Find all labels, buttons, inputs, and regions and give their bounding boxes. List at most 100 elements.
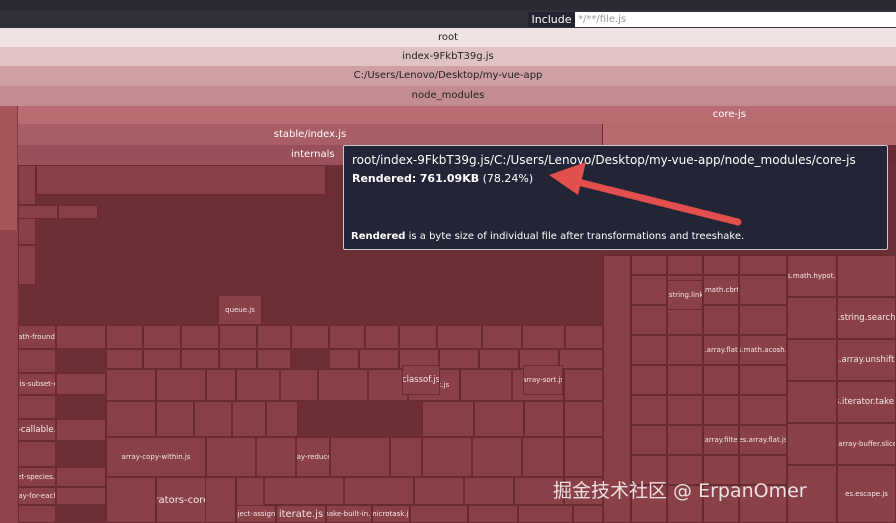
treemap-tile-es-math-hypot-js[interactable]: es.math.hypot.js: [787, 255, 837, 297]
treemap-tile[interactable]: [18, 505, 56, 523]
treemap-tile[interactable]: [143, 349, 181, 369]
treemap-tile[interactable]: [739, 365, 787, 395]
treemap-tile[interactable]: [266, 401, 298, 437]
treemap-tile-classof-js[interactable]: classof.js: [402, 365, 440, 395]
treemap-tile[interactable]: [460, 369, 512, 401]
treemap-tile[interactable]: [464, 477, 514, 505]
treemap-tile[interactable]: [631, 305, 667, 335]
treemap-tile[interactable]: [219, 325, 257, 349]
treemap-tile[interactable]: [787, 381, 837, 423]
treemap-tile[interactable]: [359, 349, 399, 369]
treemap-tile[interactable]: [667, 395, 703, 425]
treemap-tile[interactable]: [330, 437, 390, 477]
treemap-tile[interactable]: [564, 401, 603, 437]
treemap-tile[interactable]: [482, 325, 522, 349]
treemap-tile[interactable]: [18, 441, 56, 467]
treemap-tile[interactable]: [329, 325, 365, 349]
treemap-tile[interactable]: [280, 369, 318, 401]
treemap-tile[interactable]: [437, 325, 482, 349]
treemap-tile[interactable]: [564, 369, 603, 401]
treemap-tile-array-reduce-js[interactable]: array-reduce.js: [296, 437, 330, 477]
treemap-tile-set-species-js[interactable]: set-species.js: [18, 467, 56, 487]
treemap-tile[interactable]: [703, 255, 739, 275]
treemap-tile-array-for-each-js[interactable]: array-for-each.js: [18, 487, 56, 505]
treemap-tile[interactable]: [390, 437, 422, 477]
treemap-tile[interactable]: [667, 425, 703, 455]
treemap-tile-es-array-buffer-slice-js[interactable]: es.array-buffer.slice.js: [837, 423, 896, 465]
treemap-tile-es-array-unshift-js[interactable]: es.array.unshift.js: [837, 339, 896, 381]
treemap-tile-iterators-core-js[interactable]: iterators-core.js: [156, 477, 206, 523]
treemap-tile[interactable]: [703, 395, 739, 425]
treemap-tile[interactable]: [181, 349, 219, 369]
treemap-tile-set-is-subset-of-js[interactable]: set-is-subset-of.js: [18, 373, 56, 395]
treemap-tile[interactable]: [106, 369, 156, 401]
treemap-tile[interactable]: [56, 487, 106, 505]
treemap-tile[interactable]: [257, 325, 291, 349]
treemap-tile[interactable]: [232, 401, 266, 437]
treemap-tile[interactable]: [631, 395, 667, 425]
treemap-node-left-lower[interactable]: [0, 230, 18, 523]
treemap-tile-es-string-search-js[interactable]: es.string.search.js: [837, 297, 896, 339]
treemap-tile[interactable]: [264, 477, 344, 505]
treemap-tile[interactable]: [194, 401, 232, 437]
treemap-tile[interactable]: [56, 419, 106, 441]
treemap-tile[interactable]: [106, 477, 156, 523]
treemap-tile-es-string-link-js[interactable]: es.string.link.js: [667, 280, 703, 310]
treemap-tile[interactable]: [181, 325, 219, 349]
treemap-tile[interactable]: [439, 349, 479, 369]
treemap-tile[interactable]: [344, 477, 414, 505]
treemap-tile[interactable]: [472, 437, 522, 477]
treemap-tile[interactable]: [56, 467, 106, 487]
treemap-node-project-dir[interactable]: C:/Users/Lenovo/Desktop/my-vue-app: [0, 66, 896, 86]
treemap-tile[interactable]: [703, 305, 739, 335]
treemap-tile[interactable]: [156, 369, 206, 401]
treemap-tile-es-array-flat-js[interactable]: es.array.flat.js: [739, 425, 787, 455]
treemap-tile-math-fround-js[interactable]: math-fround.js: [18, 325, 56, 349]
treemap-tile[interactable]: [414, 477, 464, 505]
treemap-tile[interactable]: [564, 437, 603, 477]
treemap-tile-array-sort-js[interactable]: array-sort.js: [523, 365, 563, 395]
treemap-tile[interactable]: [631, 255, 667, 275]
treemap-tile[interactable]: [58, 205, 98, 219]
treemap-tile[interactable]: [18, 349, 56, 373]
treemap-tile[interactable]: [318, 369, 368, 401]
treemap-tile[interactable]: [18, 205, 58, 219]
treemap-tile-array-copy-within-js[interactable]: array-copy-within.js: [106, 437, 206, 477]
treemap-tile-es-escape-js[interactable]: es.escape.js: [837, 465, 896, 523]
treemap-tile-es-math-cbrt-js[interactable]: es.math.cbrt.js: [703, 275, 739, 305]
treemap-tile[interactable]: [422, 437, 472, 477]
treemap-tile[interactable]: [631, 275, 667, 305]
treemap-tile[interactable]: [106, 349, 143, 369]
treemap-tile[interactable]: [468, 505, 518, 523]
treemap-tile[interactable]: [56, 325, 106, 349]
treemap-tile[interactable]: [236, 369, 280, 401]
treemap-tile[interactable]: [631, 365, 667, 395]
treemap-tile[interactable]: [787, 423, 837, 465]
treemap-tile[interactable]: [206, 369, 236, 401]
treemap-tile[interactable]: [206, 437, 256, 477]
treemap-tile[interactable]: [787, 339, 837, 381]
treemap-tile[interactable]: [219, 349, 257, 369]
treemap-tile[interactable]: [257, 349, 291, 369]
treemap-tile[interactable]: [703, 365, 739, 395]
treemap-tile-object-assign-js[interactable]: object-assign.js: [236, 505, 276, 523]
treemap-tile[interactable]: [522, 325, 565, 349]
treemap-tile[interactable]: [739, 275, 787, 305]
treemap-tile[interactable]: [479, 349, 519, 369]
treemap-tile[interactable]: [410, 505, 468, 523]
treemap-tile[interactable]: [156, 401, 194, 437]
include-filter-input[interactable]: [575, 12, 896, 27]
treemap-tile[interactable]: [18, 395, 56, 419]
treemap-tile[interactable]: [739, 395, 787, 425]
treemap-node-modules-group[interactable]: [603, 124, 896, 145]
treemap-tile[interactable]: [787, 297, 837, 339]
treemap-tile[interactable]: [837, 255, 896, 297]
treemap-tile[interactable]: [559, 349, 603, 369]
treemap-tile[interactable]: [106, 325, 143, 349]
treemap-tile[interactable]: [631, 425, 667, 455]
treemap-tile-make-built-in-js[interactable]: make-built-in.js: [326, 505, 372, 523]
treemap-tile-es-array-filter-js[interactable]: es.array.filter.js: [703, 425, 739, 455]
treemap-tile-is-callable-js[interactable]: is-callable.js: [18, 419, 56, 441]
treemap-tile[interactable]: [143, 325, 181, 349]
treemap-tile[interactable]: [522, 437, 564, 477]
